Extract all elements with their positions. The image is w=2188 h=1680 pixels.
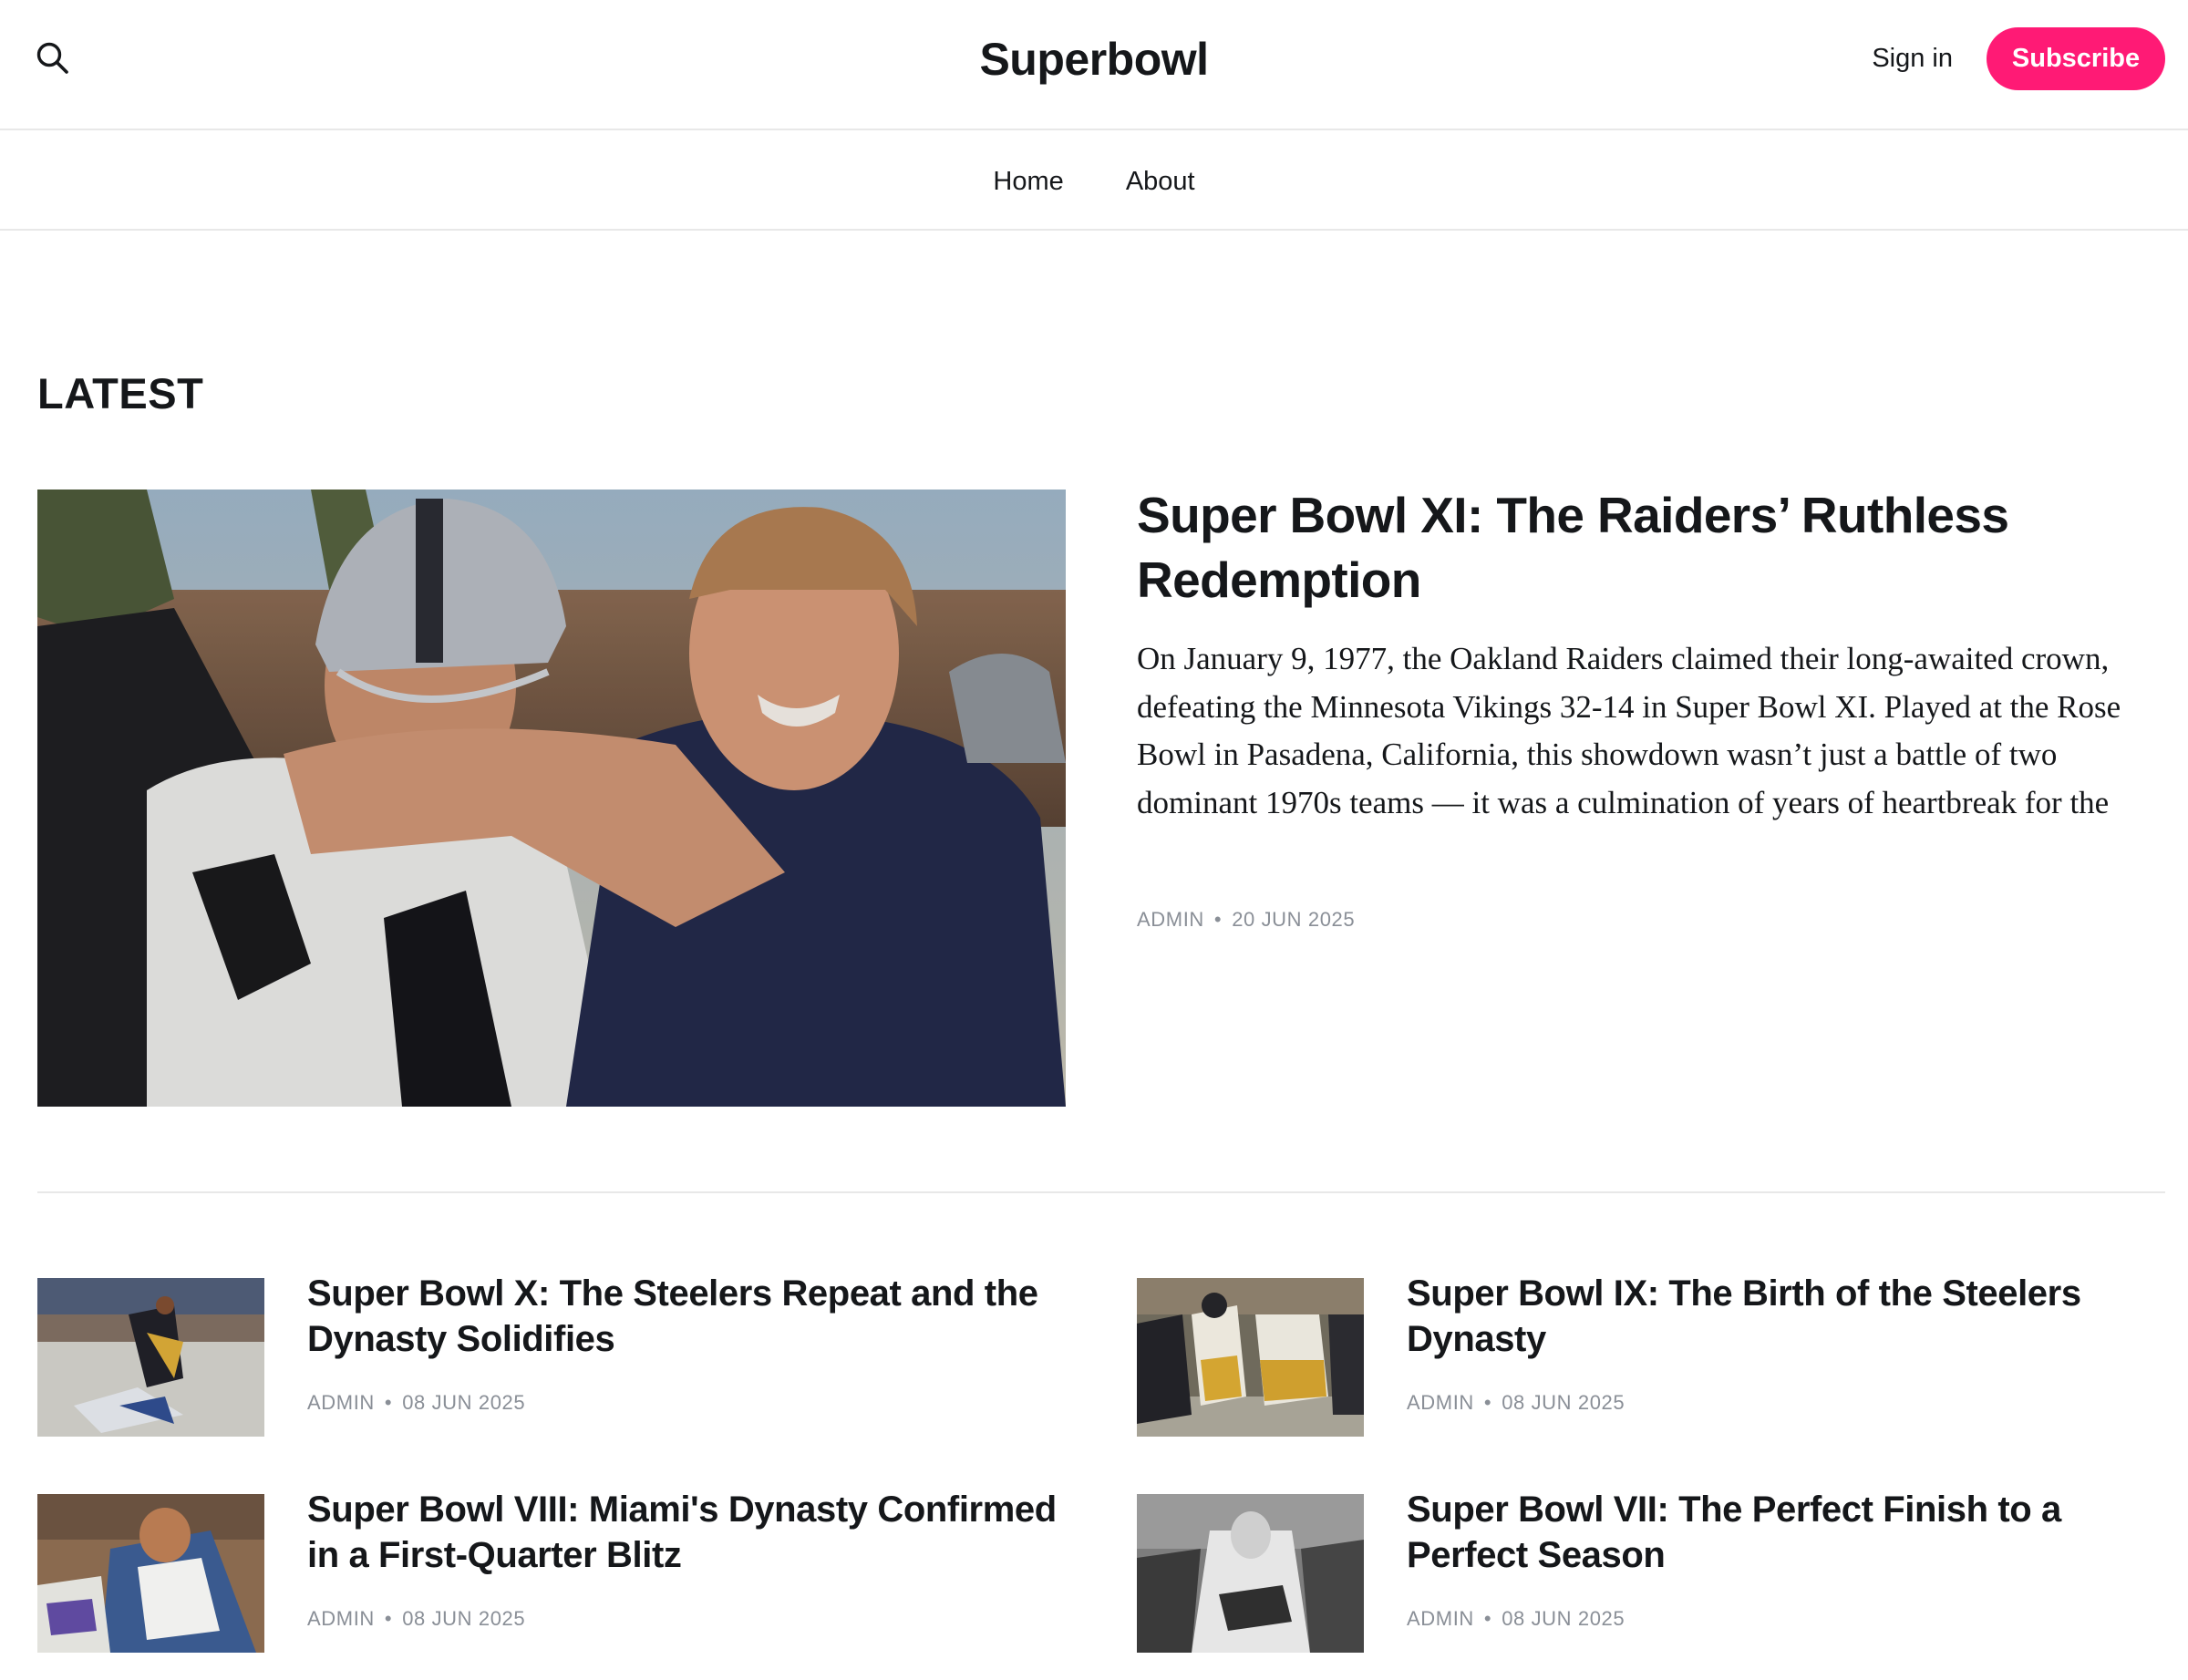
featured-post-title[interactable]: Super Bowl XI: The Raiders’ Ruthless Red… — [1137, 483, 2149, 613]
post-card[interactable]: Super Bowl VII: The Perfect Finish to a … — [1137, 1489, 2176, 1654]
post-thumbnail[interactable] — [1137, 1278, 1364, 1437]
nav-list: Home About — [0, 161, 2188, 201]
meta-separator: • — [1213, 908, 1223, 931]
primary-navigation: Home About — [0, 132, 2188, 231]
post-meta: ADMIN • 08 JUN 2025 — [307, 1389, 525, 1417]
post-date: 08 JUN 2025 — [1502, 1391, 1626, 1414]
post-thumbnail[interactable] — [37, 1278, 264, 1437]
post-author[interactable]: ADMIN — [307, 1607, 375, 1630]
post-date: 08 JUN 2025 — [1502, 1607, 1626, 1630]
meta-separator: • — [1483, 1391, 1492, 1414]
post-card[interactable]: Super Bowl IX: The Birth of the Steelers… — [1137, 1273, 2176, 1438]
featured-post-image[interactable] — [37, 490, 1066, 1107]
post-thumbnail[interactable] — [1137, 1494, 1364, 1653]
nav-item-about[interactable]: About — [1126, 161, 1195, 201]
subscribe-button[interactable]: Subscribe — [1987, 27, 2165, 90]
nav-item-home[interactable]: Home — [993, 161, 1063, 201]
featured-post-meta: ADMIN • 20 JUN 2025 — [1137, 906, 1355, 933]
post-photo — [1137, 1278, 1364, 1437]
post-card[interactable]: Super Bowl VIII: Miami's Dynasty Confirm… — [37, 1489, 1077, 1654]
post-card[interactable]: Super Bowl X: The Steelers Repeat and th… — [37, 1273, 1077, 1438]
post-thumbnail[interactable] — [37, 1494, 264, 1653]
post-title[interactable]: Super Bowl X: The Steelers Repeat and th… — [307, 1271, 1064, 1362]
post-author[interactable]: ADMIN — [1407, 1607, 1474, 1630]
section-divider — [37, 1191, 2165, 1193]
post-meta: ADMIN • 08 JUN 2025 — [307, 1605, 525, 1633]
post-photo — [1137, 1494, 1364, 1653]
post-title[interactable]: Super Bowl IX: The Birth of the Steelers… — [1407, 1271, 2163, 1362]
post-meta: ADMIN • 08 JUN 2025 — [1407, 1605, 1625, 1633]
meta-separator: • — [384, 1391, 393, 1414]
post-date: 08 JUN 2025 — [402, 1607, 526, 1630]
post-photo — [37, 1278, 264, 1437]
post-title[interactable]: Super Bowl VII: The Perfect Finish to a … — [1407, 1487, 2163, 1578]
featured-photo — [37, 490, 1066, 1107]
meta-separator: • — [1483, 1607, 1492, 1630]
post-title[interactable]: Super Bowl VIII: Miami's Dynasty Confirm… — [307, 1487, 1064, 1578]
post-author[interactable]: ADMIN — [1407, 1391, 1474, 1414]
post-author[interactable]: ADMIN — [1137, 908, 1204, 931]
section-title-latest: LATEST — [37, 369, 204, 417]
post-meta: ADMIN • 08 JUN 2025 — [1407, 1389, 1625, 1417]
site-brand-container: Superbowl — [0, 27, 2188, 91]
meta-separator: • — [384, 1607, 393, 1630]
sign-in-link[interactable]: Sign in — [1872, 38, 1953, 78]
featured-post-excerpt: On January 9, 1977, the Oakland Raiders … — [1137, 641, 2121, 821]
post-author[interactable]: ADMIN — [307, 1391, 375, 1414]
post-date: 08 JUN 2025 — [402, 1391, 526, 1414]
post-photo — [37, 1494, 264, 1653]
site-title[interactable]: Superbowl — [979, 34, 1209, 85]
post-date: 20 JUN 2025 — [1232, 908, 1356, 931]
site-header: Superbowl Sign in Subscribe — [0, 0, 2188, 130]
